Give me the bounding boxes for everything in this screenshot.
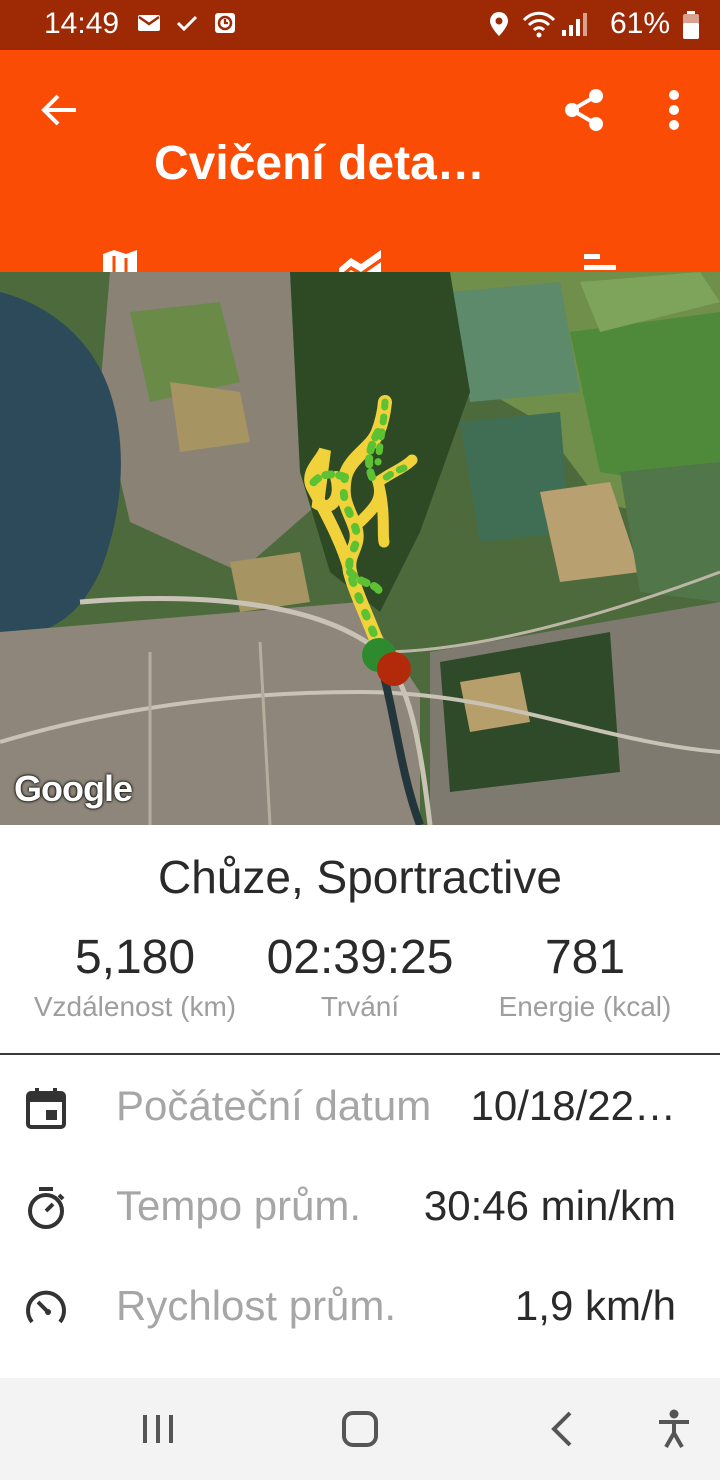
detail-value: 10/18/22…	[470, 1082, 677, 1129]
more-vert-icon	[669, 90, 679, 130]
back-nav-button[interactable]	[536, 1406, 588, 1452]
accessibility-button[interactable]	[650, 1406, 698, 1452]
calendar-icon	[26, 1088, 66, 1129]
end-marker	[377, 652, 411, 686]
back-button[interactable]	[30, 78, 90, 142]
page-title: Cvičení deta…	[154, 137, 485, 190]
map-attribution: Google	[14, 768, 133, 809]
stat-distance: 5,180 Vzdálenost (km)	[20, 930, 250, 1023]
share-icon	[565, 89, 603, 131]
more-options-button[interactable]	[650, 80, 698, 140]
alarm-icon	[215, 13, 235, 33]
recents-icon	[143, 1415, 173, 1443]
stat-label: Energie (kcal)	[498, 991, 672, 1022]
home-icon	[342, 1411, 378, 1447]
status-bar: 14:49 61%	[0, 0, 720, 50]
stat-value: 02:39:25	[266, 931, 454, 984]
stat-duration: 02:39:25 Trvání	[250, 930, 470, 1023]
recents-button[interactable]	[130, 1406, 186, 1452]
satellite-map	[0, 272, 720, 825]
speedometer-icon	[26, 1290, 66, 1324]
check-icon	[176, 15, 198, 32]
detail-value: 1,9 km/h	[514, 1282, 676, 1329]
app-bar: Cvičení deta…	[0, 50, 720, 321]
stopwatch-icon	[28, 1187, 65, 1229]
stat-energy: 781 Energie (kcal)	[470, 930, 700, 1023]
detail-label: Počáteční datum	[116, 1082, 432, 1129]
home-button[interactable]	[330, 1406, 390, 1452]
location-icon	[490, 12, 508, 36]
detail-row-start-date: Počáteční datum 10/18/22…	[0, 1070, 720, 1150]
detail-value: 30:46 min/km	[423, 1182, 676, 1229]
stat-value: 5,180	[74, 931, 196, 984]
share-button[interactable]	[556, 80, 612, 140]
detail-label: Tempo prům.	[116, 1182, 362, 1229]
signal-icon	[562, 13, 587, 36]
stat-value: 781	[544, 931, 626, 984]
battery-percent: 61%	[609, 7, 670, 40]
detail-row-avg-speed: Rychlost prům. 1,9 km/h	[0, 1270, 720, 1350]
divider	[0, 1053, 720, 1055]
detail-label: Rychlost prům.	[116, 1282, 397, 1329]
wifi-icon	[522, 11, 556, 38]
route-map[interactable]: Google	[0, 272, 720, 825]
activity-name: Chůze, Sportractive	[158, 851, 562, 903]
mail-icon	[138, 15, 160, 31]
stat-label: Trvání	[320, 991, 400, 1022]
battery-icon	[683, 11, 699, 39]
detail-row-avg-pace: Tempo prům. 30:46 min/km	[0, 1170, 720, 1250]
arrow-left-icon	[41, 94, 76, 126]
status-time: 14:49	[44, 7, 120, 40]
back-chevron-icon	[551, 1411, 572, 1447]
accessibility-icon	[659, 1409, 689, 1448]
system-nav-bar	[0, 1378, 720, 1480]
stat-label: Vzdálenost (km)	[33, 991, 237, 1022]
